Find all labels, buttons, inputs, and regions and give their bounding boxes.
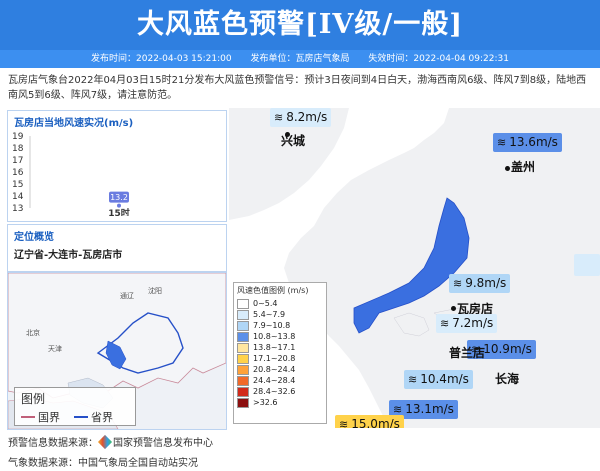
station-speed: 7.2m/s xyxy=(452,316,494,330)
y-tick-label: 17 xyxy=(12,156,23,166)
warning-logo-icon xyxy=(97,434,113,450)
location-text: 辽宁省-大连市-瓦房店市 xyxy=(14,250,123,261)
speed-legend-swatch xyxy=(237,375,249,386)
source-line-2: 气象数据来源：中国气象局全国自动站实况 xyxy=(8,458,198,469)
speed-legend-row: 0~5.4 xyxy=(234,298,326,309)
wind-icon: ≋ xyxy=(497,136,507,149)
speed-legend: 风速色值图例 (m/s) 0~5.4 5.4~7.9 7.9~10.8 10.8~13… xyxy=(233,282,327,424)
wind-icon: ≋ xyxy=(408,373,418,386)
city-label-pulandian: 普兰店 xyxy=(449,346,486,360)
location-panel: 定位概览 辽宁省-大连市-瓦房店市 xyxy=(7,224,227,272)
y-tick-label: 15 xyxy=(12,180,23,190)
publish-time: 发布时间：2022-04-03 15:21:00 xyxy=(91,54,232,64)
map-label-tongliao: 通辽 xyxy=(120,291,134,300)
station-badge[interactable]: ≋ 15.0m/s xyxy=(335,415,404,428)
speed-legend-label: 10.8~13.8 xyxy=(253,332,296,341)
expire-time: 失效时间：2022-04-04 09:22:31 xyxy=(368,54,509,64)
wind-icon: ≋ xyxy=(440,317,450,330)
speed-legend-label: >32.6 xyxy=(253,398,278,407)
speed-legend-label: 17.1~20.8 xyxy=(253,354,296,363)
speed-legend-row: 20.8~24.4 xyxy=(234,364,326,375)
station-speed: 13.1m/s xyxy=(405,402,454,416)
map-label-beijing: 北京 xyxy=(26,328,40,337)
wind-icon: ≋ xyxy=(453,277,463,290)
speed-legend-row: 5.4~7.9 xyxy=(234,309,326,320)
wind-icon: ≋ xyxy=(274,111,284,124)
speed-legend-label: 5.4~7.9 xyxy=(253,310,286,319)
source1-value: 国家预警信息发布中心 xyxy=(113,438,213,449)
speed-legend-label: 24.4~28.4 xyxy=(253,376,296,385)
wind-speed-panel: 瓦房店当地风速实况(m/s) 19 18 17 16 15 14 13 13.2 15时 xyxy=(7,110,227,222)
station-badge[interactable]: ≋ 9.8m/s xyxy=(449,274,511,293)
speed-legend-swatch xyxy=(237,342,249,353)
overview-map[interactable]: 通辽 沈阳 北京 天津 图例 国界 省界 xyxy=(7,272,227,430)
y-tick-label: 19 xyxy=(12,132,24,142)
legend-title: 图例 xyxy=(21,392,46,406)
station-badge[interactable]: ≋ 7.2m/s xyxy=(436,314,498,333)
city-dot xyxy=(505,166,510,171)
city-label-gaizhou: 盖州 xyxy=(511,160,536,174)
y-tick-label: 14 xyxy=(12,192,24,202)
station-badge[interactable]: ≋ 10.4m/s xyxy=(404,370,473,389)
legend-national: 国界 xyxy=(38,411,60,424)
station-speed: 15.0m/s xyxy=(351,417,400,428)
speed-legend-swatch xyxy=(237,331,249,342)
wind-speed-chart: 19 18 17 16 15 14 13 13.2 15时 xyxy=(12,132,130,216)
data-point[interactable] xyxy=(117,203,121,208)
speed-legend-label: 28.4~32.6 xyxy=(253,387,296,396)
station-badge-partial[interactable] xyxy=(574,254,600,276)
speed-legend-swatch xyxy=(237,320,249,331)
speed-legend-title: 风速色值图例 (m/s) xyxy=(237,286,309,295)
speed-legend-row: 10.8~13.8 xyxy=(234,331,326,342)
city-label-xingcheng: 兴城 xyxy=(281,134,306,148)
station-badge[interactable]: ≋ 8.2m/s xyxy=(270,108,332,127)
map-legend: 图例 国界 省界 xyxy=(14,387,136,426)
alert-description: 瓦房店气象台2022年04月03日15时21分发布大风蓝色预警信号：预计3日夜间… xyxy=(8,75,587,101)
station-speed: 8.2m/s xyxy=(286,110,328,124)
y-tick-label: 16 xyxy=(12,168,24,178)
map-label-tianjin: 天津 xyxy=(48,345,62,353)
location-panel-title: 定位概览 xyxy=(14,232,54,243)
y-tick-label: 13 xyxy=(12,204,23,214)
station-speed: 10.4m/s xyxy=(420,372,469,386)
speed-legend-row: >32.6 xyxy=(234,397,326,408)
wind-icon: ≋ xyxy=(339,418,349,428)
speed-legend-row: 7.9~10.8 xyxy=(234,320,326,331)
speed-legend-row: 13.8~17.1 xyxy=(234,342,326,353)
map-label-shenyang: 沈阳 xyxy=(148,286,162,295)
provincial-border-swatch xyxy=(74,416,88,418)
station-speed: 10.9m/s xyxy=(483,342,532,356)
speed-legend-swatch xyxy=(237,386,249,397)
publisher: 发布单位：瓦房店气象局 xyxy=(250,54,350,64)
legend-provincial: 省界 xyxy=(91,411,113,424)
station-badge[interactable]: ≋ 13.6m/s xyxy=(493,133,562,152)
city-dot xyxy=(451,306,456,311)
page-title: 大风蓝色预警[IV级/一般] xyxy=(0,0,600,50)
station-speed: 13.6m/s xyxy=(509,135,558,149)
y-tick-label: 18 xyxy=(12,144,24,154)
speed-legend-row: 28.4~32.6 xyxy=(234,386,326,397)
speed-legend-swatch xyxy=(237,397,249,408)
station-speed: 9.8m/s xyxy=(465,276,507,290)
speed-legend-swatch xyxy=(237,353,249,364)
speed-legend-label: 20.8~24.4 xyxy=(253,365,296,374)
national-border-swatch xyxy=(21,416,35,418)
data-label: 13.2 xyxy=(110,193,128,202)
alert-meta: 发布时间：2022-04-03 15:21:00 发布单位：瓦房店气象局 失效时… xyxy=(0,50,600,68)
speed-legend-swatch xyxy=(237,309,249,320)
speed-legend-row: 24.4~28.4 xyxy=(234,375,326,386)
city-label-changhai: 长海 xyxy=(495,372,520,386)
speed-legend-label: 0~5.4 xyxy=(253,299,278,308)
speed-legend-swatch xyxy=(237,364,249,375)
speed-legend-label: 13.8~17.1 xyxy=(253,343,296,352)
source-line-1: 预警信息数据来源： 国家预警信息发布中心 xyxy=(8,434,213,450)
legend-row: 国界 省界 xyxy=(15,407,135,427)
x-tick-label: 15时 xyxy=(108,207,130,216)
speed-legend-row: 17.1~20.8 xyxy=(234,353,326,364)
speed-legend-swatch xyxy=(237,298,249,309)
speed-legend-label: 7.9~10.8 xyxy=(253,321,291,330)
source1-label: 预警信息数据来源： xyxy=(8,438,98,449)
